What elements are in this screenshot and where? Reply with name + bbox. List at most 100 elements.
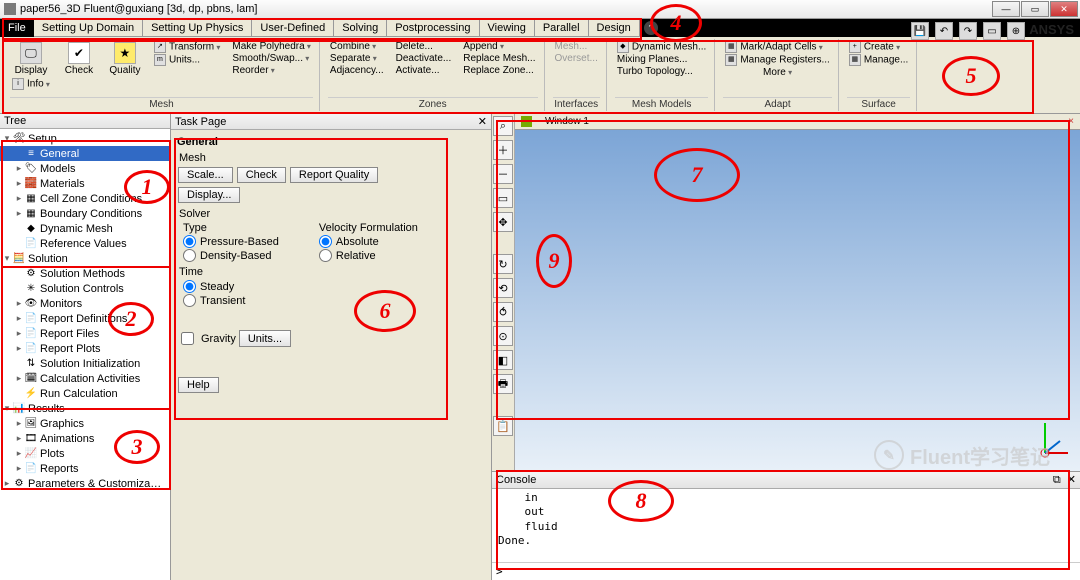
tree-params[interactable]: ▸⚙Parameters & Customiza… bbox=[0, 476, 170, 491]
console-input-row[interactable]: > bbox=[492, 562, 1080, 580]
menu-viewing[interactable]: Viewing bbox=[480, 19, 535, 37]
graphics-canvas[interactable] bbox=[515, 130, 1080, 471]
menu-setting-up-domain[interactable]: Setting Up Domain bbox=[34, 19, 143, 37]
smooth-swap[interactable]: Smooth/Swap... bbox=[230, 53, 313, 64]
tree-rep-plots[interactable]: ▸📄Report Plots bbox=[0, 341, 170, 356]
delete[interactable]: Delete... bbox=[394, 41, 454, 52]
collapse-ribbon-icon[interactable]: ⌃ bbox=[644, 21, 658, 35]
tree-dynamic-mesh[interactable]: ◆Dynamic Mesh bbox=[0, 221, 170, 236]
deactivate[interactable]: Deactivate... bbox=[394, 53, 454, 64]
tree-setup[interactable]: ▾🛠Setup bbox=[0, 131, 170, 146]
minimize-button[interactable]: — bbox=[992, 1, 1020, 17]
replace-zone[interactable]: Replace Zone... bbox=[461, 65, 537, 76]
zoom-out-icon[interactable]: － bbox=[493, 164, 513, 184]
qa-select-icon[interactable]: ▭ bbox=[983, 22, 1001, 40]
menu-file[interactable]: File bbox=[0, 19, 34, 37]
menu-postprocessing[interactable]: Postprocessing bbox=[387, 19, 479, 37]
dynamic-mesh[interactable]: ◆Dynamic Mesh... bbox=[615, 41, 708, 53]
adjacency[interactable]: Adjacency... bbox=[328, 65, 386, 76]
density-based-radio[interactable]: Density-Based bbox=[183, 249, 279, 262]
tree-monitors[interactable]: ▸👁Monitors bbox=[0, 296, 170, 311]
tree-sol-controls[interactable]: ✳Solution Controls bbox=[0, 281, 170, 296]
tree-run-calc[interactable]: ⚡Run Calculation bbox=[0, 386, 170, 401]
tree-calc-act[interactable]: ▸🗓Calculation Activities bbox=[0, 371, 170, 386]
scale-button[interactable]: Scale bbox=[178, 167, 233, 183]
console-close-icon[interactable]: ✕ bbox=[1067, 474, 1076, 486]
tree-animations[interactable]: ▸🎞Animations bbox=[0, 431, 170, 446]
mark-adapt[interactable]: ▦Mark/Adapt Cells bbox=[723, 41, 832, 53]
copy-icon[interactable]: 📋 bbox=[493, 416, 513, 436]
tree-models[interactable]: ▸🏷Models bbox=[0, 161, 170, 176]
transform-dropdown[interactable]: ↗Transform bbox=[152, 41, 222, 53]
print-icon[interactable]: 🖶 bbox=[493, 374, 513, 394]
tree-boundary[interactable]: ▸▦Boundary Conditions bbox=[0, 206, 170, 221]
turbo-topology[interactable]: Turbo Topology... bbox=[615, 66, 708, 77]
mixing-planes[interactable]: Mixing Planes... bbox=[615, 54, 708, 65]
graphics-tab[interactable]: Window 1 × bbox=[515, 114, 1080, 130]
rotate-icon[interactable]: ⟲ bbox=[493, 278, 513, 298]
tree-rep-def[interactable]: ▸📄Report Definitions bbox=[0, 311, 170, 326]
report-quality-button[interactable]: Report Quality bbox=[290, 167, 378, 183]
quality-button[interactable]: ★Quality bbox=[106, 41, 144, 77]
absolute-radio[interactable]: Absolute bbox=[319, 235, 418, 248]
roll-icon[interactable]: ⥀ bbox=[493, 302, 513, 322]
tree-solution[interactable]: ▾🧮Solution bbox=[0, 251, 170, 266]
maximize-button[interactable]: ▭ bbox=[1021, 1, 1049, 17]
menu-solving[interactable]: Solving bbox=[334, 19, 387, 37]
tree-reports[interactable]: ▸📄Reports bbox=[0, 461, 170, 476]
units-button-task[interactable]: Units bbox=[239, 330, 291, 347]
steady-radio[interactable]: Steady bbox=[183, 280, 485, 293]
tree-graphics[interactable]: ▸🖼Graphics bbox=[0, 416, 170, 431]
reorder[interactable]: Reorder bbox=[230, 65, 313, 76]
close-button[interactable]: ✕ bbox=[1050, 1, 1078, 17]
help-button[interactable]: Help bbox=[178, 377, 219, 393]
activate[interactable]: Activate... bbox=[394, 65, 454, 76]
pressure-based-radio[interactable]: Pressure-Based bbox=[183, 235, 279, 248]
console-detach-icon[interactable]: ⧉ bbox=[1053, 474, 1061, 486]
task-close-icon[interactable]: ✕ bbox=[478, 115, 487, 128]
menu-setting-up-physics[interactable]: Setting Up Physics bbox=[143, 19, 252, 37]
tree-sol-methods[interactable]: ⚙Solution Methods bbox=[0, 266, 170, 281]
gravity-checkbox[interactable]: Gravity bbox=[177, 329, 236, 348]
adapt-more[interactable]: More bbox=[723, 67, 832, 78]
check-button[interactable]: ✔Check bbox=[60, 41, 98, 77]
manage-registers[interactable]: ▦Manage Registers... bbox=[723, 54, 832, 66]
tree-results[interactable]: ▾📊Results bbox=[0, 401, 170, 416]
qa-redo-icon[interactable]: ↷ bbox=[959, 22, 977, 40]
box-zoom-icon[interactable]: ▭ bbox=[493, 188, 513, 208]
pan-icon[interactable]: ✥ bbox=[493, 212, 513, 232]
qa-undo-icon[interactable]: ↶ bbox=[935, 22, 953, 40]
display-button[interactable]: 🖵Display bbox=[10, 41, 52, 77]
surface-manage[interactable]: ▦Manage... bbox=[847, 54, 910, 66]
tree-materials[interactable]: ▸🧱Materials bbox=[0, 176, 170, 191]
tree-plots[interactable]: ▸📈Plots bbox=[0, 446, 170, 461]
outline-tree[interactable]: ▾🛠Setup ≡General ▸🏷Models ▸🧱Materials ▸▦… bbox=[0, 129, 170, 580]
check-mesh-button[interactable]: Check bbox=[237, 167, 286, 183]
info-dropdown[interactable]: iInfo bbox=[10, 78, 52, 90]
probe-icon[interactable]: ⊙ bbox=[493, 326, 513, 346]
tree-sol-init[interactable]: ⇅Solution Initialization bbox=[0, 356, 170, 371]
relative-radio[interactable]: Relative bbox=[319, 249, 418, 262]
menu-design[interactable]: Design bbox=[589, 19, 640, 37]
units-button[interactable]: mUnits... bbox=[152, 54, 222, 66]
zoom-in-icon[interactable]: ＋ bbox=[493, 140, 513, 160]
tree-rep-files[interactable]: ▸📄Report Files bbox=[0, 326, 170, 341]
display-mesh-button[interactable]: Display bbox=[178, 187, 240, 203]
menu-parallel[interactable]: Parallel bbox=[535, 19, 589, 37]
append[interactable]: Append bbox=[461, 41, 537, 52]
menu-user-defined[interactable]: User-Defined bbox=[252, 19, 334, 37]
surface-create[interactable]: +Create bbox=[847, 41, 910, 53]
qa-probe-icon[interactable]: ⊕ bbox=[1007, 22, 1025, 40]
views-icon[interactable]: ◧ bbox=[493, 350, 513, 370]
fit-icon[interactable]: ⌕ bbox=[493, 116, 513, 136]
tree-cellzone[interactable]: ▸▦Cell Zone Conditions bbox=[0, 191, 170, 206]
transient-radio[interactable]: Transient bbox=[183, 294, 485, 307]
sync-icon[interactable]: ↻ bbox=[493, 254, 513, 274]
graphics-tab-close-icon[interactable]: × bbox=[1068, 116, 1074, 127]
replace-mesh[interactable]: Replace Mesh... bbox=[461, 53, 537, 64]
tree-general[interactable]: ≡General bbox=[0, 146, 170, 161]
make-polyhedra[interactable]: Make Polyhedra bbox=[230, 41, 313, 52]
separate[interactable]: Separate bbox=[328, 53, 386, 64]
combine[interactable]: Combine bbox=[328, 41, 386, 52]
qa-save-icon[interactable]: 💾 bbox=[911, 22, 929, 40]
